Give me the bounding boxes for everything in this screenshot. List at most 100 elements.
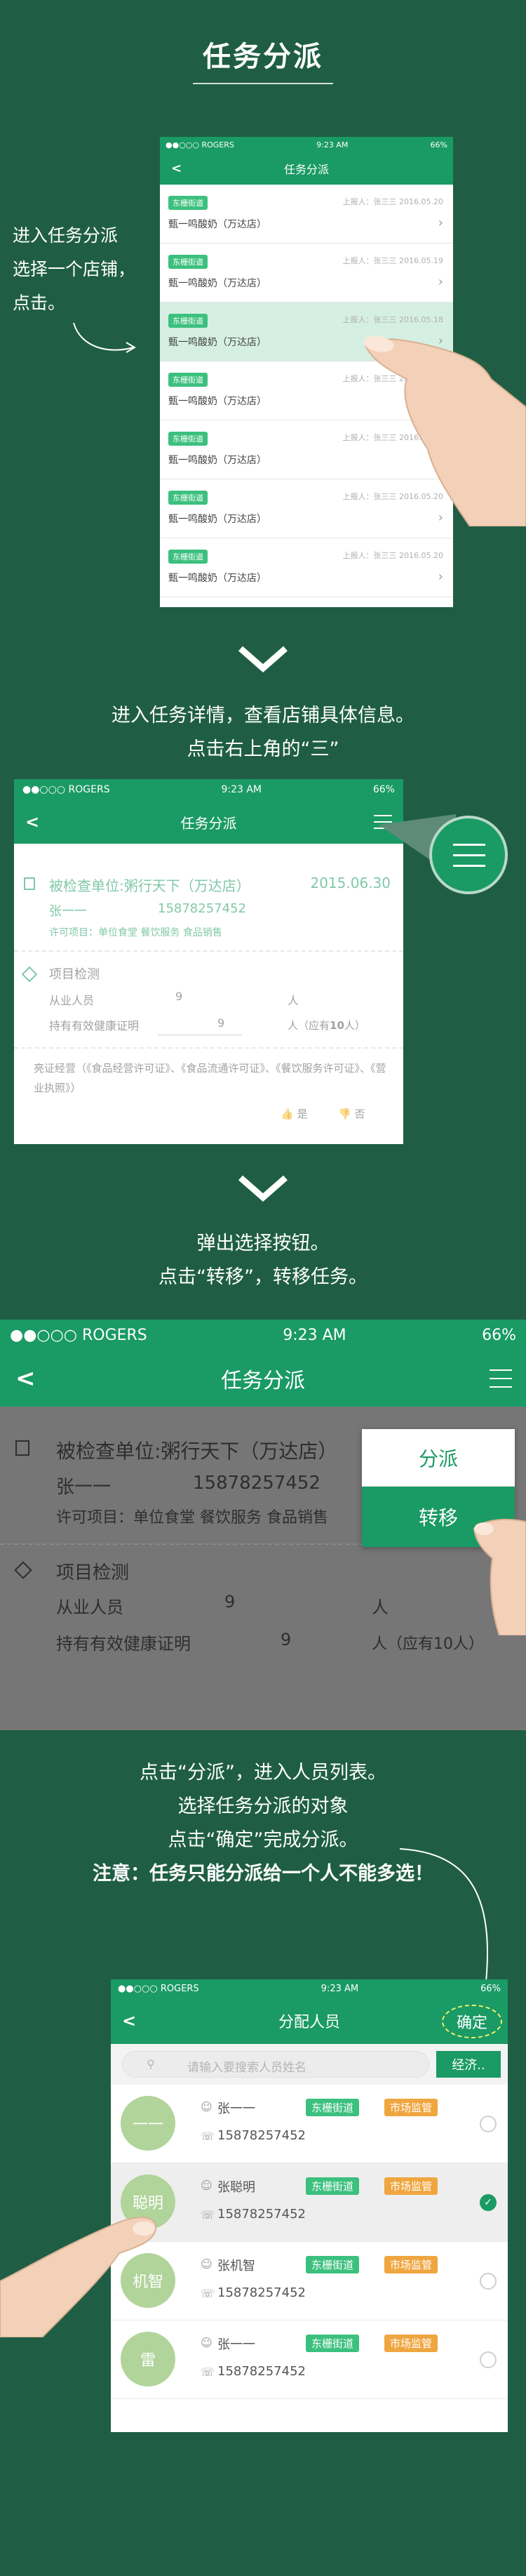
district-badge: 东栅街道 [306, 2335, 360, 2352]
divider [14, 950, 403, 952]
carrier-label: ●●○○○ ROGERS [22, 784, 110, 795]
radio-checked-icon[interactable]: ✓ [480, 2194, 497, 2211]
person-name: 张一一 [217, 2337, 255, 2352]
confirm-button[interactable]: 确定 [442, 2005, 502, 2038]
tag-icon [14, 1561, 32, 1579]
chevron-right-icon: › [438, 215, 443, 230]
yes-option[interactable]: 👍 是 [281, 1106, 307, 1121]
person-phone: 15878257452 [217, 2207, 306, 2222]
step2-caption: 进入任务详情，查看店铺具体信息。 点击右上角的“三” [0, 699, 526, 766]
back-icon[interactable]: < [25, 812, 39, 832]
divider [14, 1047, 403, 1049]
section-title: 项目检测 [49, 967, 100, 982]
store-icon [15, 1440, 29, 1456]
health-unit-suffix: 人） [344, 1019, 365, 1032]
radio-icon[interactable] [480, 2116, 497, 2132]
battery-label: 66% [480, 1983, 501, 1994]
back-icon[interactable]: < [122, 2011, 136, 2031]
health-need: 10 [330, 1019, 344, 1032]
person-phone: 15878257452 [158, 901, 246, 916]
district-badge: 东栅街道 [306, 2099, 360, 2116]
battery-label: 66% [482, 1326, 516, 1344]
user-icon: ☺ [201, 2257, 213, 2271]
section-title: 项目检测 [56, 1562, 130, 1584]
phone-icon: ☏ [201, 2287, 215, 2300]
person-phone: 15878257452 [217, 2285, 306, 2300]
health-count[interactable]: 9 [217, 1016, 224, 1030]
nav-title: 任务分派 [283, 163, 329, 176]
health-count[interactable]: 9 [281, 1630, 291, 1649]
status-bar: ●●○○○ ROGERS 9:23 AM 66% [0, 1320, 526, 1350]
staff-count[interactable]: 9 [224, 1592, 235, 1612]
reporter-meta: 上报人：张三三 2016.05.19 [342, 256, 443, 265]
district-badge: 东栅街道 [168, 550, 208, 564]
district-badge: 东栅街道 [168, 373, 208, 387]
health-label: 持有有效健康证明 [49, 1019, 140, 1033]
nav-bar: < 任务分派 [160, 152, 453, 185]
department-badge: 市场监管 [384, 2256, 438, 2273]
back-icon[interactable]: < [15, 1365, 36, 1393]
person-row[interactable]: 雷 ☺ 张一一 东栅街道 市场监管 ☏ 15878257452 [111, 2321, 508, 2399]
step1-caption-line: 进入任务分派 [13, 225, 119, 246]
nav-title: 任务分派 [221, 1369, 305, 1393]
step1-caption-line: 选择一个店铺， [13, 259, 136, 279]
shop-name: 甄一鸣酸奶（万达店） [168, 337, 267, 348]
status-bar: ●●○○○ ROGERS 9:23 AM 66% [14, 779, 403, 800]
person-name: 张聪明 [217, 2180, 255, 2195]
time-label: 9:23 AM [221, 784, 262, 795]
radio-icon[interactable] [480, 2351, 497, 2368]
pointing-hand-icon [0, 2217, 157, 2337]
nav-bar: < 分配人员 确定 [111, 1998, 508, 2044]
menu-icon[interactable] [490, 1369, 512, 1388]
title-underline [193, 83, 333, 84]
user-icon: ☺ [201, 2336, 213, 2349]
license-list: 亮证经营（《食品经营许可证》、《食品流通许可证》、《餐饮服务许可证》、《营业执照… [34, 1062, 386, 1094]
time-label: 9:23 AM [321, 1983, 359, 1994]
curved-arrow-icon [73, 322, 136, 353]
person-phone: 15878257452 [217, 2364, 306, 2379]
shop-name: 甄一鸣酸奶（万达店） [168, 278, 267, 289]
health-unit: 人（应有10人） [288, 1018, 365, 1033]
task-list-row[interactable]: 东栅街道 上报人：张三三 2016.05.19 甄一鸣酸奶（万达店） › [160, 244, 453, 303]
staff-unit: 人 [372, 1598, 389, 1617]
phone-assign-people: ●●○○○ ROGERS 9:23 AM 66% < 分配人员 确定 ⚲ 请输入… [111, 1979, 508, 2432]
staff-count[interactable]: 9 [175, 990, 182, 1003]
user-icon: ☺ [201, 2100, 213, 2113]
chevron-right-icon: › [438, 274, 443, 289]
department-badge: 市场监管 [384, 2335, 438, 2352]
task-list-row[interactable]: 东栅街道 上报人：张三三 2016.05.20 甄一鸣酸奶（万达店） › [160, 538, 453, 597]
person-phone: 15878257452 [193, 1473, 321, 1494]
pointing-hand-icon [473, 1518, 526, 1635]
back-icon[interactable]: < [171, 161, 182, 176]
health-unit: 人（应有10人） [372, 1635, 484, 1653]
district-badge: 东栅街道 [168, 491, 208, 505]
radio-icon[interactable] [480, 2273, 497, 2290]
search-field[interactable]: ⚲ 请输入要搜索人员姓名 [122, 2051, 429, 2078]
person-row[interactable]: 一一 ☺ 张一一 东栅街道 市场监管 ☏ 15878257452 [111, 2085, 508, 2163]
nav-bar: < 任务分派 [0, 1350, 526, 1407]
shop-name: 甄一鸣酸奶（万达店） [168, 396, 267, 407]
shop-name: 甄一鸣酸奶（万达店） [168, 514, 267, 525]
no-option[interactable]: 👎 否 [338, 1106, 365, 1121]
district-badge: 东栅街道 [306, 2177, 360, 2195]
reporter-meta: 上报人：张三三 2016.05.20 [342, 551, 443, 560]
task-list-row[interactable]: 东栅街道 上报人：张三三 2016.05.20 甄一鸣酸奶（万达店） › [160, 185, 453, 244]
person-name: 张机智 [217, 2259, 255, 2273]
chevron-down-icon [238, 646, 288, 672]
menu-item-assign[interactable]: 分派 [362, 1429, 515, 1487]
step3-caption: 弹出选择按钮。 点击“转移”，转移任务。 [0, 1227, 526, 1294]
person-row[interactable]: 机智 ☺ 张机智 东栅街道 市场监管 ☏ 15878257452 [111, 2242, 508, 2321]
person-phone: 15878257452 [217, 2128, 306, 2143]
battery-label: 66% [430, 140, 447, 150]
step4-caption-line: 选择任务分派的对象 [177, 1795, 349, 1817]
person-row[interactable]: 聪明 ☺ 张聪明 东栅街道 市场监管 ☏ 15878257452 ✓ [111, 2163, 508, 2242]
step1-caption: 进入任务分派 选择一个店铺， 点击。 [13, 219, 153, 320]
filter-dropdown[interactable]: 经济.. [436, 2051, 501, 2078]
detail-body: 被检查单位:粥行天下（万达店） 2015.06.30 张一一 158782574… [14, 844, 403, 1144]
person-name: 张一一 [56, 1477, 112, 1498]
search-input[interactable]: 请输入要搜索人员姓名 [187, 2057, 306, 2075]
department-badge: 市场监管 [384, 2177, 438, 2195]
phone-icon: ☏ [201, 2208, 215, 2222]
district-badge: 东栅街道 [168, 314, 208, 328]
person-name: 张一一 [49, 904, 87, 919]
